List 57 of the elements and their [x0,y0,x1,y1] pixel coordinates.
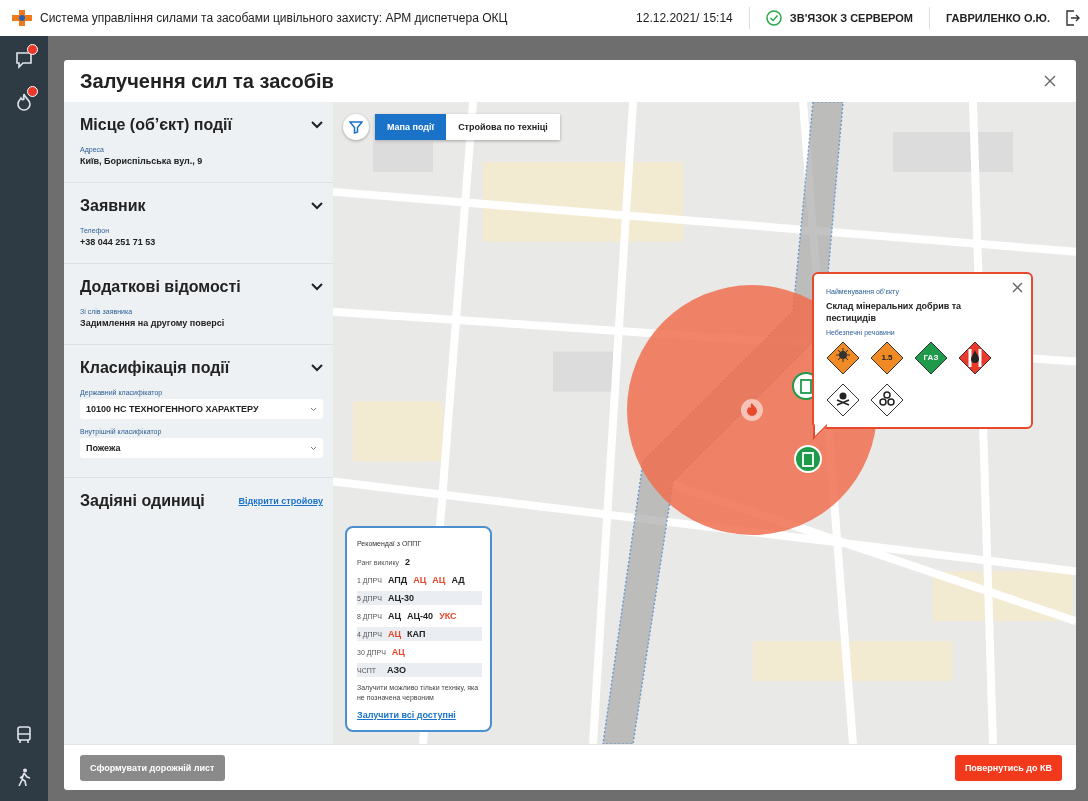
vehicle-code: УКС [439,611,457,622]
hazard-placard [958,341,992,376]
caret-icon [310,406,317,412]
vehicle-code: АЗО [387,665,407,676]
hazard-placard [826,383,860,418]
open-roster-link[interactable]: Відкрити стройову [238,496,323,506]
flame-icon [15,93,33,111]
field-value: +38 044 251 71 53 [80,237,157,247]
close-icon [1012,282,1023,293]
engage-all-link[interactable]: Залучити всі доступні [357,710,482,720]
vehicle-code: АЦ [387,629,402,640]
view-tab[interactable]: Стройова по техніці [446,114,560,140]
chevron-icon[interactable] [311,121,323,129]
chevron-icon[interactable] [311,202,323,210]
chat-icon [15,51,33,69]
select-field[interactable]: 10100 НС ТЕХНОГЕННОГО ХАРАКТЕРУ [80,399,323,419]
vehicle-code: КАП [407,629,426,640]
chevron-icon[interactable] [311,364,323,372]
close-icon [1044,75,1056,87]
chevron-icon[interactable] [311,283,323,291]
section-title: Заявник [80,197,146,215]
user-name: ГАВРИЛЕНКО О.Ю. [946,12,1050,24]
vehicle-code: АЦ [413,575,427,586]
vehicle-code: АЦ [391,647,405,658]
section-title: Класифікація події [80,359,230,377]
check-circle-icon [765,10,782,26]
hazard-placard [826,341,860,376]
field-value: Київ, Бориспільська вул., 9 [80,156,204,166]
footer-button[interactable]: Повернутись до КВ [954,754,1062,781]
section-title: Задіяні одиниці [80,492,205,510]
vehicle-code: АПД [387,575,408,586]
date-time: 12.12.2021/ 15:14 [636,11,733,25]
dialog-title: Залучення сил та засобів [80,69,334,93]
connection-status: ЗВ'ЯЗОК З СЕРВЕРОМ [789,12,913,24]
emblem-icon [12,10,32,26]
section-title: Додаткові відомості [80,278,241,296]
field-value: Задимлення на другому поверсі [80,318,226,328]
logout-icon[interactable] [1066,10,1080,26]
rank-value: 2 [405,557,411,568]
vehicle-code: АЦ [387,611,402,622]
vehicle-code: АД [451,575,465,586]
caret-icon [310,445,317,451]
select-field[interactable]: Пожежа [80,438,323,458]
vehicle-code: АЦ-40 [407,611,434,622]
hazard-placard: ГАЗ [914,341,948,376]
app-title: Система управління силами та засобами цивільного захисту: АРМ диспетчера ОКЦ [40,11,508,25]
vehicle-code: АЦ-30 [387,593,415,604]
section-title: Місце (об’єкт) події [80,116,233,134]
filter-icon [349,120,363,134]
view-tab[interactable]: Мапа події [375,114,447,140]
fire-marker-icon[interactable] [740,398,764,422]
bus-icon [15,726,33,744]
hazard-placard: 1.5 [870,341,904,376]
walking-person-icon [15,768,33,786]
object-name: Склад мінеральних добрив та пестицидів [826,300,963,325]
vehicle-code: АЦ [432,575,446,586]
hazard-placard [870,383,904,418]
